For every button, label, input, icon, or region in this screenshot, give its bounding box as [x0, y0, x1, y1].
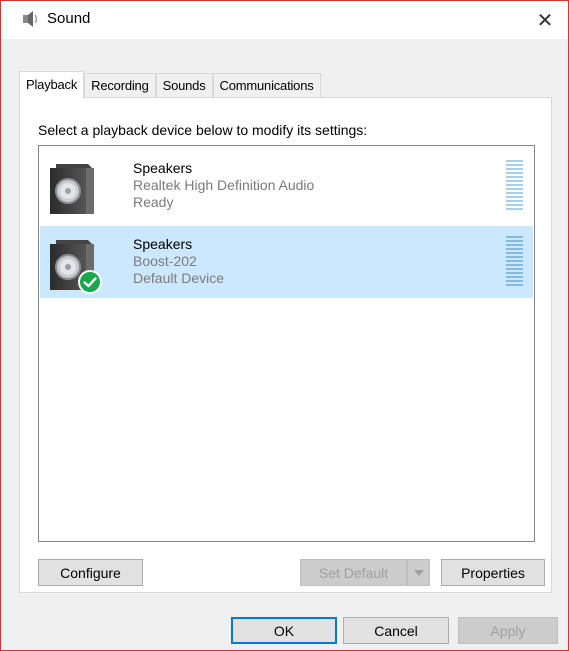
device-status: Ready — [133, 194, 174, 210]
chevron-down-icon — [413, 569, 424, 576]
speaker-icon — [50, 164, 94, 214]
title-bar[interactable]: Sound ✕ — [1, 1, 568, 39]
configure-button[interactable]: Configure — [38, 559, 143, 586]
list-item-device-realtek[interactable]: Speakers Realtek High Definition Audio R… — [40, 150, 533, 222]
tab-communications[interactable]: Communications — [212, 73, 321, 99]
cancel-button[interactable]: Cancel — [343, 617, 449, 644]
volume-meter — [506, 160, 523, 212]
playback-panel: Select a playback device below to modify… — [19, 97, 552, 593]
tab-playback[interactable]: Playback — [19, 71, 85, 99]
instruction-text: Select a playback device below to modify… — [38, 122, 368, 138]
ok-button[interactable]: OK — [231, 617, 337, 644]
list-item-device-boost[interactable]: Speakers Boost-202 Default Device — [40, 226, 533, 298]
device-status: Default Device — [133, 270, 225, 286]
window-title: Sound — [47, 10, 91, 27]
device-name: Speakers — [133, 236, 193, 252]
tab-sounds[interactable]: Sounds — [155, 73, 213, 99]
close-button[interactable]: ✕ — [522, 1, 568, 39]
default-check-icon — [78, 270, 102, 294]
device-list[interactable]: Speakers Realtek High Definition Audio R… — [38, 145, 535, 542]
tab-strip: Playback Recording Sounds Communications — [19, 71, 321, 99]
set-default-button[interactable]: Set Default — [300, 559, 407, 586]
sound-app-icon — [23, 11, 38, 27]
sound-dialog: Sound ✕ Playback Recording Sounds Commun… — [0, 0, 569, 651]
device-name: Speakers — [133, 160, 193, 176]
device-description: Realtek High Definition Audio — [133, 177, 315, 193]
tab-recording[interactable]: Recording — [84, 73, 156, 99]
set-default-dropdown[interactable] — [407, 559, 430, 586]
apply-button[interactable]: Apply — [458, 617, 558, 644]
volume-meter — [506, 236, 523, 288]
properties-button[interactable]: Properties — [441, 559, 545, 586]
close-icon: ✕ — [536, 9, 554, 32]
device-description: Boost-202 — [133, 253, 197, 269]
